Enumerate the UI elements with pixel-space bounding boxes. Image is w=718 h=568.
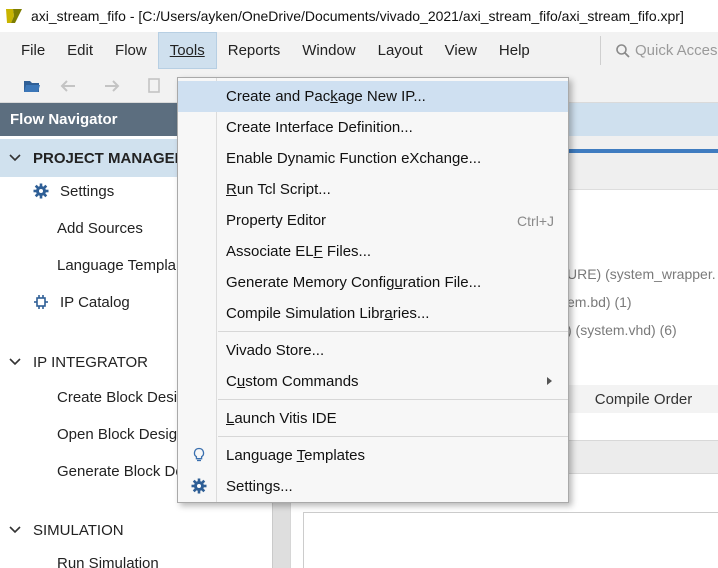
menu-tools[interactable]: Tools: [157, 32, 217, 69]
menu-item-label: Compile Simulation Libraries...: [226, 305, 430, 322]
menu-separator: [218, 436, 568, 437]
menu-item-create-and-package-new-ip[interactable]: Create and Package New IP...: [178, 81, 568, 112]
menu-item-enable-dfx[interactable]: Enable Dynamic Function eXchange...: [178, 143, 568, 174]
menu-view[interactable]: View: [434, 32, 488, 69]
nav-item-label: Create Block Desig: [57, 388, 186, 406]
menu-item-label: Create Interface Definition...: [226, 119, 413, 136]
menu-item-label: Language Templates: [226, 447, 366, 464]
gear-icon: [33, 183, 49, 199]
lightbulb-icon: [193, 447, 205, 462]
nav-item-create-block-design[interactable]: Create Block Desig: [57, 382, 185, 412]
nav-item-ip-catalog[interactable]: IP Catalog: [33, 287, 130, 317]
menu-layout[interactable]: Layout: [367, 32, 434, 69]
menu-edit[interactable]: Edit: [56, 32, 104, 69]
section-label: PROJECT MANAGER: [33, 149, 186, 167]
section-label: SIMULATION: [33, 521, 124, 539]
source-tree-item[interactable]: ) (system.vhd) (6): [567, 322, 677, 338]
section-simulation[interactable]: SIMULATION: [0, 511, 272, 549]
menu-help[interactable]: Help: [488, 32, 541, 69]
copy-icon[interactable]: [145, 77, 163, 95]
menu-item-label: Settings...: [226, 478, 293, 495]
chevron-down-icon: [9, 358, 21, 366]
menu-bar: File Edit Flow Tools Reports Window Layo…: [0, 32, 718, 69]
window-title: axi_stream_fifo - [C:/Users/ayken/OneDri…: [31, 8, 684, 24]
menu-separator: [218, 331, 568, 332]
menu-item-label: Generate Memory Configuration File...: [226, 274, 482, 291]
nav-item-add-sources[interactable]: Add Sources: [57, 213, 143, 243]
nav-item-settings[interactable]: Settings: [33, 176, 114, 206]
quick-access-placeholder: Quick Access: [635, 42, 718, 59]
nav-item-label: Add Sources: [57, 219, 143, 237]
menu-separator: [218, 399, 568, 400]
menu-item-label: Launch Vitis IDE: [226, 410, 337, 427]
menu-file[interactable]: File: [10, 32, 56, 69]
nav-item-label: IP Catalog: [60, 293, 130, 311]
menu-window[interactable]: Window: [291, 32, 366, 69]
source-tree-item[interactable]: URE) (system_wrapper.: [567, 266, 716, 282]
menu-item-label: Vivado Store...: [226, 342, 325, 359]
ip-catalog-icon: [34, 295, 48, 309]
menu-item-launch-vitis-ide[interactable]: Launch Vitis IDE: [178, 403, 568, 434]
menu-item-language-templates[interactable]: Language Templates: [178, 440, 568, 471]
menu-item-vivado-store[interactable]: Vivado Store...: [178, 335, 568, 366]
menu-reports[interactable]: Reports: [217, 32, 292, 69]
menu-item-compile-simulation-libraries[interactable]: Compile Simulation Libraries...: [178, 298, 568, 329]
vivado-logo-icon: [6, 9, 22, 23]
properties-panel: [303, 512, 718, 568]
menu-item-label: Associate ELF Files...: [226, 243, 372, 260]
gear-icon: [191, 478, 207, 494]
nav-item-label: Run Simulation: [57, 554, 159, 568]
nav-item-language-templates[interactable]: Language Templa: [57, 250, 176, 280]
tab-compile-order[interactable]: Compile Order: [568, 385, 718, 413]
menu-item-generate-memory-configuration-file[interactable]: Generate Memory Configuration File...: [178, 267, 568, 298]
menu-item-label: Property Editor: [226, 212, 327, 229]
menu-item-property-editor[interactable]: Property Editor Ctrl+J: [178, 205, 568, 236]
undo-icon[interactable]: [60, 77, 78, 95]
menu-item-label: Custom Commands: [226, 373, 359, 390]
nav-item-label: Settings: [60, 182, 115, 200]
menu-item-label: Create and Package New IP...: [226, 88, 426, 105]
chevron-down-icon: [9, 154, 21, 162]
open-project-icon[interactable]: [23, 77, 41, 95]
menu-item-shortcut: Ctrl+J: [517, 212, 554, 229]
menu-item-settings[interactable]: Settings...: [178, 471, 568, 502]
menu-item-label: Enable Dynamic Function eXchange...: [226, 150, 482, 167]
menu-item-create-interface-definition[interactable]: Create Interface Definition...: [178, 112, 568, 143]
menu-flow[interactable]: Flow: [104, 32, 158, 69]
chevron-down-icon: [9, 526, 21, 534]
menu-item-associate-elf-files[interactable]: Associate ELF Files...: [178, 236, 568, 267]
menu-item-label: Run Tcl Script...: [226, 181, 331, 198]
section-label: IP INTEGRATOR: [33, 353, 149, 371]
menu-item-run-tcl-script[interactable]: Run Tcl Script...: [178, 174, 568, 205]
quick-access-search[interactable]: Quick Access: [600, 36, 718, 65]
submenu-arrow-icon: [547, 377, 552, 385]
nav-item-run-simulation[interactable]: Run Simulation: [57, 548, 159, 568]
menu-item-custom-commands[interactable]: Custom Commands: [178, 366, 568, 397]
menu-tools-label: Tools: [169, 42, 205, 59]
search-icon: [616, 43, 630, 58]
source-tree-item[interactable]: em.bd) (1): [567, 294, 632, 310]
nav-item-open-block-design[interactable]: Open Block Design: [57, 419, 185, 449]
title-bar: axi_stream_fifo - [C:/Users/ayken/OneDri…: [0, 0, 718, 32]
nav-item-generate-block-design[interactable]: Generate Block De: [57, 456, 184, 486]
redo-icon[interactable]: [102, 77, 120, 95]
nav-item-label: Generate Block De: [57, 462, 184, 480]
tools-menu-dropdown: Create and Package New IP... Create Inte…: [177, 77, 569, 503]
nav-item-label: Language Templa: [57, 256, 176, 274]
nav-item-label: Open Block Design: [57, 425, 186, 443]
